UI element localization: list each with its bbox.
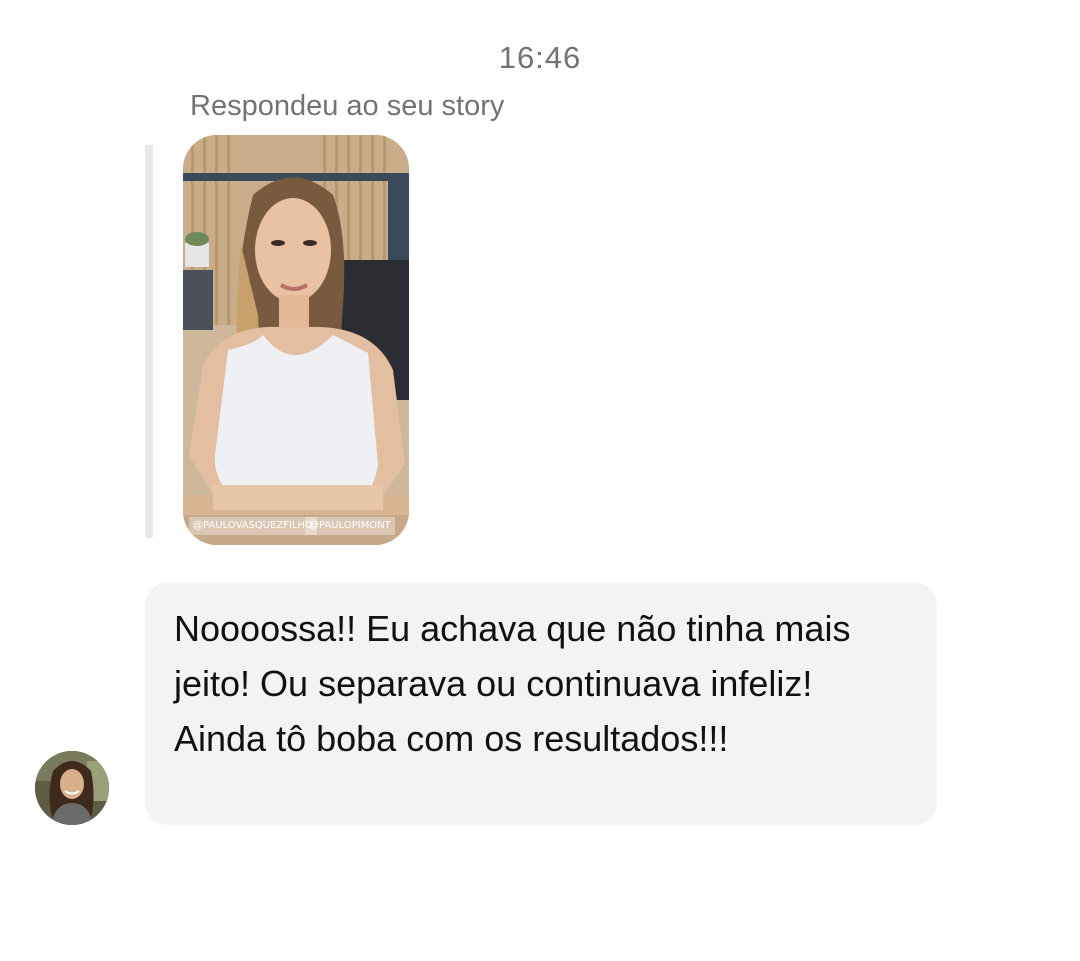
reply-indicator-bar bbox=[145, 145, 153, 538]
story-image bbox=[183, 135, 409, 545]
story-watermark-left: @PAULOVASQUEZFILHO bbox=[189, 517, 317, 535]
message-bubble[interactable]: Noooossa!! Eu achava que não tinha mais … bbox=[145, 583, 937, 825]
message-text: Noooossa!! Eu achava que não tinha mais … bbox=[174, 608, 851, 759]
message-timestamp: 16:46 bbox=[498, 40, 582, 75]
sender-avatar[interactable] bbox=[35, 751, 109, 825]
story-watermark-right: @PAULOPIMONT bbox=[305, 517, 395, 535]
story-reply-label: Respondeu ao seu story bbox=[190, 90, 505, 122]
story-thumbnail[interactable]: @PAULOVASQUEZFILHO @PAULOPIMONT bbox=[183, 135, 409, 545]
avatar-image bbox=[35, 751, 109, 825]
